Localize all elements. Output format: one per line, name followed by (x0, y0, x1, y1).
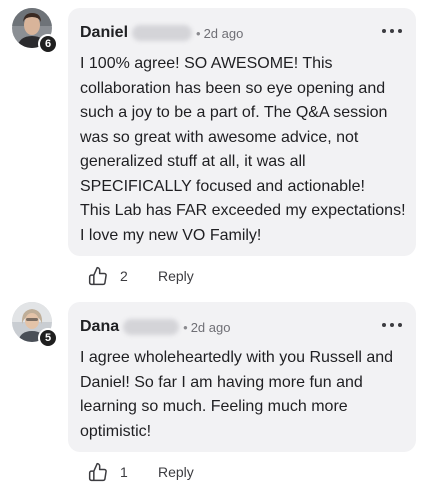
like-count: 2 (120, 268, 128, 284)
more-options-button[interactable] (382, 26, 402, 36)
thumbs-up-icon[interactable] (88, 462, 108, 482)
level-badge: 5 (38, 328, 58, 348)
more-dot (398, 323, 402, 327)
avatar[interactable]: 5 (12, 302, 58, 348)
comment-header: Daniel • 2d ago (80, 22, 243, 44)
more-horizontal-icon (382, 29, 386, 33)
more-dot (398, 29, 402, 33)
level-badge: 6 (38, 34, 58, 54)
separator-dot: • (196, 25, 201, 41)
reply-button[interactable]: Reply (158, 268, 194, 284)
comment-item: 5 Dana • 2d ago I agree wholeheartedly w… (0, 290, 428, 490)
more-dot (390, 29, 394, 33)
author-name[interactable]: Dana (80, 318, 119, 336)
reply-button[interactable]: Reply (158, 464, 194, 480)
comment-text: I 100% agree! SO AWESOME! This collabora… (80, 55, 406, 244)
separator-dot: • (183, 319, 188, 335)
timestamp: 2d ago (203, 25, 244, 41)
more-horizontal-icon (382, 323, 386, 327)
redacted-surname (132, 25, 193, 41)
more-options-button[interactable] (382, 320, 402, 330)
like-count: 1 (120, 464, 128, 480)
comment-actions: 1 Reply (88, 460, 194, 484)
comment-bubble: Dana • 2d ago I agree wholeheartedly wit… (68, 302, 416, 452)
avatar[interactable]: 6 (12, 8, 58, 54)
timestamp: 2d ago (190, 319, 231, 335)
comment-item: 6 Daniel • 2d ago I 100% agree! SO AWESO… (0, 0, 428, 290)
more-dot (390, 323, 394, 327)
comment-actions: 2 Reply (88, 264, 194, 288)
redacted-surname (123, 319, 180, 335)
thumbs-up-icon[interactable] (88, 266, 108, 286)
author-name[interactable]: Daniel (80, 24, 128, 42)
comment-bubble: Daniel • 2d ago I 100% agree! SO AWESOME… (68, 8, 416, 256)
comment-header: Dana • 2d ago (80, 316, 230, 338)
comment-text: I agree wholeheartedly with you Russell … (80, 349, 394, 440)
